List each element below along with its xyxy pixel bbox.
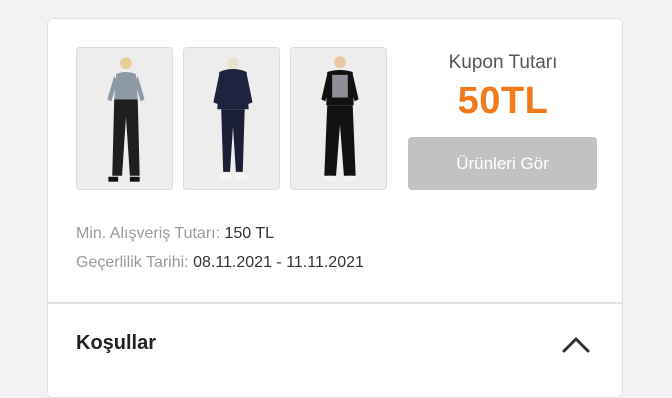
min-purchase-label: Min. Alışveriş Tutarı: [76, 225, 221, 242]
divider [48, 302, 622, 304]
product-thumbnail-1[interactable] [76, 47, 173, 190]
validity-label: Geçerlilik Tarihi: [76, 254, 189, 271]
validity-row: Geçerlilik Tarihi: 08.11.2021 - 11.11.20… [76, 248, 364, 277]
product-thumbnails [76, 47, 387, 190]
product-thumbnail-3[interactable] [290, 47, 387, 190]
view-products-button[interactable]: Ürünleri Gör [408, 137, 597, 190]
coupon-summary: Kupon Tutarı 50TL [408, 49, 598, 123]
coupon-amount-value: 50TL [457, 80, 549, 122]
model-vest-trousers-image [291, 48, 386, 189]
product-thumbnail-2[interactable] [183, 47, 280, 190]
min-purchase-value: 150 TL [224, 225, 275, 242]
model-navy-hoodie-image [184, 48, 279, 189]
model-gray-top-image [77, 48, 172, 189]
chevron-up-icon[interactable] [560, 333, 592, 355]
validity-value: 08.11.2021 - 11.11.2021 [193, 254, 364, 271]
coupon-card: Kupon Tutarı 50TL Ürünleri Gör Min. Alış… [47, 18, 623, 398]
terms-title: Koşullar [76, 332, 157, 354]
min-purchase-row: Min. Alışveriş Tutarı: 150 TL [76, 219, 364, 248]
coupon-amount-label: Kupon Tutarı [448, 52, 558, 73]
coupon-info: Min. Alışveriş Tutarı: 150 TL Geçerlilik… [76, 219, 364, 277]
